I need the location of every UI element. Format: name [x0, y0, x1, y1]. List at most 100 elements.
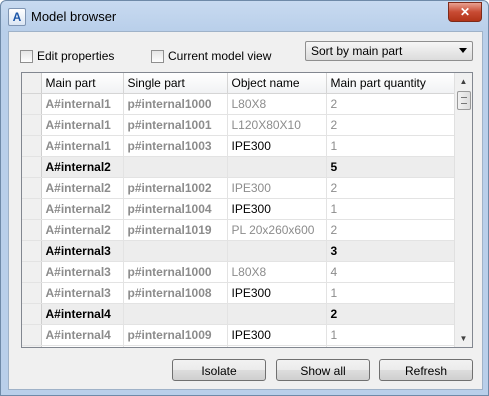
cell-object-name[interactable]: L120X80X10 — [227, 114, 327, 136]
parts-grid: Main part Single part Object name Main p… — [21, 72, 473, 348]
row-selector[interactable] — [22, 156, 42, 178]
cell-main-part-quantity[interactable]: 4 — [326, 261, 455, 283]
column-header-object-name[interactable]: Object name — [227, 73, 327, 94]
cell-object-name[interactable] — [227, 345, 327, 347]
table-row[interactable]: A#internal2 p#internal1019 PL 20x260x600 2 — [22, 219, 455, 241]
cell-single-part[interactable]: p#internal1000 — [123, 261, 228, 283]
table-row[interactable] — [22, 345, 455, 347]
close-button[interactable]: ✕ — [448, 2, 482, 22]
cell-main-part-quantity[interactable]: 2 — [326, 219, 455, 241]
table-row[interactable]: A#internal2 p#internal1004 IPE300 1 — [22, 198, 455, 220]
cell-main-part-quantity[interactable]: 2 — [326, 114, 455, 136]
cell-main-part[interactable]: A#internal2 — [41, 198, 124, 220]
cell-single-part[interactable]: p#internal1001 — [123, 114, 228, 136]
edit-properties-option[interactable]: Edit properties — [20, 49, 114, 63]
table-row[interactable]: A#internal3 p#internal1000 L80X8 4 — [22, 261, 455, 283]
cell-single-part[interactable] — [123, 345, 228, 347]
cell-main-part-quantity[interactable]: 1 — [326, 324, 455, 346]
cell-main-part-quantity[interactable]: 5 — [326, 156, 455, 178]
cell-main-part[interactable]: A#internal2 — [41, 156, 124, 178]
cell-object-name[interactable]: PL 20x260x600 — [227, 219, 327, 241]
cell-main-part[interactable]: A#internal2 — [41, 177, 124, 199]
cell-object-name[interactable]: IPE300 — [227, 135, 327, 157]
row-selector[interactable] — [22, 198, 42, 220]
sort-dropdown-value: Sort by main part — [311, 44, 403, 58]
cell-main-part-quantity[interactable]: 2 — [326, 303, 455, 325]
cell-single-part[interactable] — [123, 303, 228, 325]
parts-table: Main part Single part Object name Main p… — [22, 73, 455, 347]
group-row[interactable]: A#internal2 5 — [22, 156, 455, 178]
cell-main-part[interactable]: A#internal1 — [41, 93, 124, 115]
vertical-scrollbar[interactable]: ▲ ▼ — [454, 73, 472, 347]
cell-single-part[interactable] — [123, 156, 228, 178]
current-model-view-label: Current model view — [168, 49, 272, 63]
row-selector[interactable] — [22, 324, 42, 346]
cell-object-name[interactable]: IPE300 — [227, 177, 327, 199]
current-model-view-checkbox[interactable] — [151, 49, 164, 63]
row-selector[interactable] — [22, 93, 42, 115]
table-row[interactable]: A#internal1 p#internal1000 L80X8 2 — [22, 93, 455, 115]
title-bar[interactable]: A Model browser ✕ — [1, 1, 488, 31]
row-selector[interactable] — [22, 219, 42, 241]
cell-single-part[interactable]: p#internal1000 — [123, 93, 228, 115]
row-selector[interactable] — [22, 177, 42, 199]
isolate-button[interactable]: Isolate — [172, 359, 266, 381]
row-selector[interactable] — [22, 261, 42, 283]
table-row[interactable]: A#internal2 p#internal1002 IPE300 2 — [22, 177, 455, 199]
table-row[interactable]: A#internal3 p#internal1008 IPE300 1 — [22, 282, 455, 304]
cell-main-part[interactable]: A#internal1 — [41, 135, 124, 157]
cell-main-part-quantity[interactable] — [326, 345, 455, 347]
column-header-main-part-quantity[interactable]: Main part quantity — [326, 73, 455, 94]
cell-main-part[interactable]: A#internal3 — [41, 261, 124, 283]
cell-object-name[interactable]: L80X8 — [227, 93, 327, 115]
column-header-main-part[interactable]: Main part — [41, 73, 124, 94]
cell-main-part-quantity[interactable]: 1 — [326, 198, 455, 220]
cell-main-part[interactable] — [41, 345, 124, 347]
cell-main-part-quantity[interactable]: 1 — [326, 282, 455, 304]
column-header-single-part[interactable]: Single part — [123, 73, 228, 94]
cell-single-part[interactable]: p#internal1004 — [123, 198, 228, 220]
sort-dropdown[interactable]: Sort by main part — [305, 41, 473, 61]
show-all-button[interactable]: Show all — [276, 359, 370, 381]
cell-main-part-quantity[interactable]: 1 — [326, 135, 455, 157]
row-selector[interactable] — [22, 135, 42, 157]
refresh-button[interactable]: Refresh — [379, 359, 473, 381]
scroll-thumb[interactable] — [457, 91, 471, 110]
cell-object-name[interactable]: IPE300 — [227, 198, 327, 220]
cell-object-name[interactable] — [227, 303, 327, 325]
edit-properties-checkbox[interactable] — [20, 49, 33, 63]
cell-main-part-quantity[interactable]: 2 — [326, 177, 455, 199]
cell-main-part[interactable]: A#internal2 — [41, 219, 124, 241]
cell-main-part[interactable]: A#internal3 — [41, 240, 124, 262]
cell-single-part[interactable]: p#internal1008 — [123, 282, 228, 304]
row-selector[interactable] — [22, 114, 42, 136]
row-selector[interactable] — [22, 282, 42, 304]
cell-main-part[interactable]: A#internal4 — [41, 324, 124, 346]
cell-single-part[interactable]: p#internal1009 — [123, 324, 228, 346]
row-selector[interactable] — [22, 345, 42, 347]
cell-object-name[interactable]: L80X8 — [227, 261, 327, 283]
table-row[interactable]: A#internal1 p#internal1003 IPE300 1 — [22, 135, 455, 157]
cell-object-name[interactable]: IPE300 — [227, 282, 327, 304]
cell-object-name[interactable] — [227, 240, 327, 262]
row-selector[interactable] — [22, 303, 42, 325]
cell-main-part[interactable]: A#internal4 — [41, 303, 124, 325]
cell-single-part[interactable]: p#internal1019 — [123, 219, 228, 241]
cell-main-part-quantity[interactable]: 3 — [326, 240, 455, 262]
cell-single-part[interactable] — [123, 240, 228, 262]
cell-single-part[interactable]: p#internal1002 — [123, 177, 228, 199]
table-row[interactable]: A#internal4 p#internal1009 IPE300 1 — [22, 324, 455, 346]
cell-main-part[interactable]: A#internal1 — [41, 114, 124, 136]
table-row[interactable]: A#internal1 p#internal1001 L120X80X10 2 — [22, 114, 455, 136]
cell-object-name[interactable] — [227, 156, 327, 178]
cell-main-part[interactable]: A#internal3 — [41, 282, 124, 304]
group-row[interactable]: A#internal3 3 — [22, 240, 455, 262]
cell-single-part[interactable]: p#internal1003 — [123, 135, 228, 157]
scroll-down-arrow-icon[interactable]: ▼ — [455, 330, 472, 347]
row-selector[interactable] — [22, 240, 42, 262]
cell-object-name[interactable]: IPE300 — [227, 324, 327, 346]
current-model-view-option[interactable]: Current model view — [151, 49, 271, 63]
scroll-up-arrow-icon[interactable]: ▲ — [455, 73, 472, 90]
group-row[interactable]: A#internal4 2 — [22, 303, 455, 325]
cell-main-part-quantity[interactable]: 2 — [326, 93, 455, 115]
